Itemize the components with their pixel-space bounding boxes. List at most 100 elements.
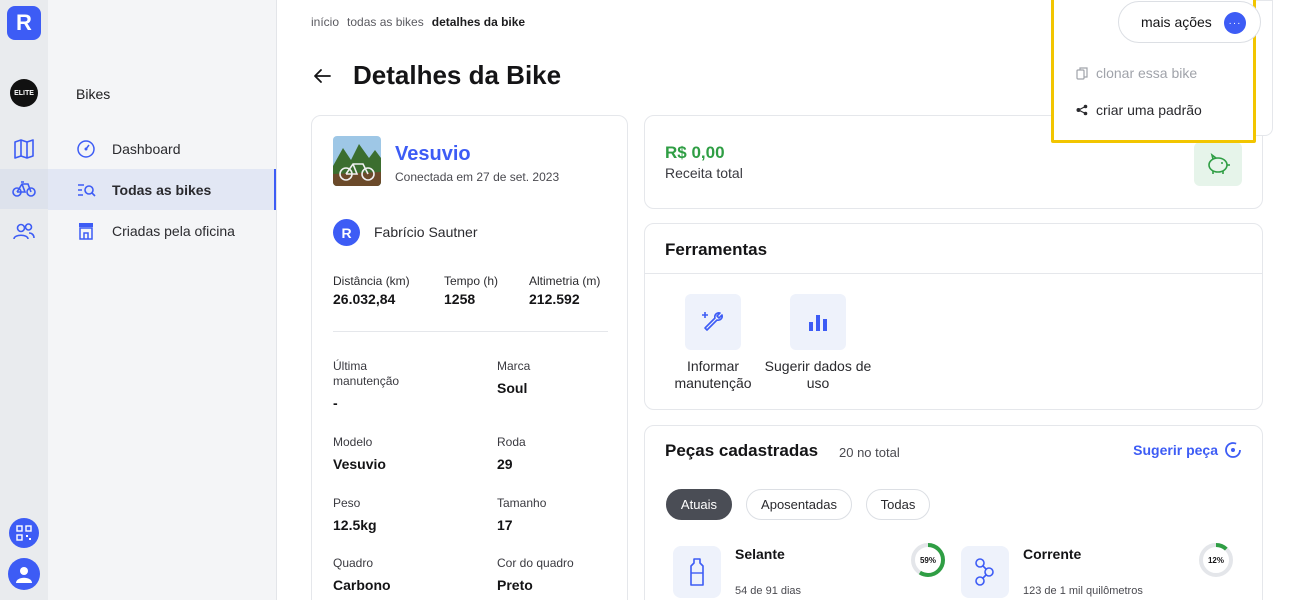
users-nav-button[interactable]	[0, 211, 48, 251]
profile-button[interactable]	[8, 558, 40, 590]
piggy-bank-icon	[1194, 142, 1242, 186]
stat-value: 1258	[444, 291, 476, 307]
qr-code-icon	[16, 525, 32, 541]
field-label: Última manutenção	[333, 359, 400, 388]
part-detail: 123 de 1 mil quilômetros	[1023, 585, 1143, 597]
owner-avatar: R	[333, 219, 360, 246]
chain-icon	[961, 546, 1009, 598]
field-frame: Quadro Carbono	[333, 556, 483, 593]
field-size: Tamanho 17	[497, 496, 647, 533]
part-name: Selante	[735, 546, 785, 562]
part-percent: 12%	[1208, 556, 1224, 565]
more-actions-dropdown: mais ações ··· clonar essa bike criar um…	[1051, 0, 1261, 143]
more-actions-button[interactable]: mais ações ···	[1118, 1, 1261, 43]
sidebar-item-workshop-created[interactable]: Criadas pela oficina	[48, 210, 276, 251]
sidebar-item-dashboard[interactable]: Dashboard	[48, 128, 276, 169]
field-label: Tamanho	[497, 496, 547, 510]
stat-value: 212.592	[529, 291, 580, 307]
sidebar-section-title: Bikes	[76, 86, 111, 102]
stat-value: 26.032,84	[333, 291, 396, 307]
field-value: Soul	[497, 380, 528, 396]
option-label: criar uma padrão	[1096, 102, 1202, 118]
filter-current[interactable]: Atuais	[666, 489, 732, 520]
part-name: Corrente	[1023, 546, 1082, 562]
divider	[645, 273, 1262, 274]
stat-label: Distância (km)	[333, 274, 410, 288]
field-value: Carbono	[333, 577, 391, 593]
field-frame-color: Cor do quadro Preto	[497, 556, 647, 593]
report-maintenance-button[interactable]: Informar manutenção	[658, 294, 768, 392]
revenue-amount: R$ 0,00	[665, 143, 725, 162]
field-label: Modelo	[333, 435, 373, 449]
bike-connected-date: Conectada em 27 de set. 2023	[395, 170, 560, 184]
stat-label: Altimetria (m)	[529, 274, 601, 288]
bike-name: Vesuvio	[395, 143, 471, 165]
tools-card: Ferramentas Informar manutenção Sugerir …	[644, 223, 1263, 410]
field-value: 17	[497, 517, 513, 533]
sidebar: Bikes Dashboard Todas as bikes Criadas p…	[48, 0, 277, 600]
bike-details-card: Vesuvio Conectada em 27 de set. 2023 R F…	[311, 115, 628, 600]
bike-icon	[12, 181, 36, 197]
field-last-maintenance: Última manutenção -	[333, 359, 433, 411]
field-weight: Peso 12.5kg	[333, 496, 483, 533]
app-logo[interactable]: R	[7, 6, 41, 40]
breadcrumb-current: detalhes da bike	[431, 15, 526, 29]
field-label: Quadro	[333, 556, 374, 570]
breadcrumb-all-bikes[interactable]: todas as bikes	[347, 15, 424, 29]
field-value: Preto	[497, 577, 533, 593]
suggest-usage-button[interactable]: Sugerir dados de uso	[763, 294, 873, 392]
part-percent: 59%	[920, 556, 936, 565]
parts-count: 20 no total	[839, 445, 900, 460]
bikes-nav-button[interactable]	[0, 169, 48, 209]
stat-label: Tempo (h)	[444, 274, 499, 288]
part-wear-ring: 59%	[910, 542, 946, 578]
suggest-part-label: Sugerir peça	[1133, 442, 1218, 458]
icon-rail: R ELITE	[0, 0, 48, 600]
share-icon	[1076, 104, 1088, 116]
sidebar-item-label: Todas as bikes	[112, 181, 212, 198]
filter-retired[interactable]: Aposentadas	[746, 489, 852, 520]
map-nav-button[interactable]	[0, 129, 48, 169]
page-title: Detalhes da Bike	[353, 60, 562, 90]
suggest-part-button[interactable]: Sugerir peça	[1133, 441, 1242, 459]
arrow-left-icon	[314, 69, 331, 83]
qr-code-button[interactable]	[9, 518, 39, 548]
more-dots-icon: ···	[1224, 12, 1246, 34]
back-button[interactable]	[311, 64, 333, 88]
users-icon	[13, 223, 35, 240]
bottle-icon	[673, 546, 721, 598]
field-value: 12.5kg	[333, 517, 377, 533]
field-label: Roda	[497, 435, 526, 449]
owner-name: Fabrício Sautner	[374, 224, 478, 240]
breadcrumb: início todas as bikes detalhes da bike	[311, 15, 525, 29]
create-template-option[interactable]: criar uma padrão	[1076, 102, 1202, 118]
copy-icon	[1076, 66, 1088, 80]
gauge-icon	[76, 139, 96, 159]
field-label: Cor do quadro	[497, 556, 574, 570]
sidebar-item-all-bikes[interactable]: Todas as bikes	[48, 169, 276, 210]
part-detail: 54 de 91 dias	[735, 585, 802, 597]
tool-label: Informar manutenção	[674, 358, 752, 391]
wrench-sparkle-icon	[685, 294, 741, 350]
stat-elevation: Altimetria (m) 212.592	[529, 274, 600, 307]
tools-title: Ferramentas	[665, 240, 768, 259]
bar-chart-icon	[790, 294, 846, 350]
sidebar-item-label: Dashboard	[112, 140, 181, 157]
tool-label: Sugerir dados de uso	[764, 358, 872, 391]
user-icon	[16, 567, 32, 583]
field-label: Marca	[497, 359, 531, 373]
stat-distance: Distância (km) 26.032,84	[333, 274, 410, 307]
clone-bike-option[interactable]: clonar essa bike	[1076, 65, 1197, 81]
bike-thumbnail	[333, 136, 381, 186]
field-value: Vesuvio	[333, 456, 386, 472]
field-value: -	[333, 395, 338, 411]
part-wear-ring: 12%	[1198, 542, 1234, 578]
store-icon	[76, 221, 96, 241]
field-wheel: Roda 29	[497, 435, 647, 472]
option-label: clonar essa bike	[1096, 65, 1198, 81]
filter-all[interactable]: Todas	[866, 489, 930, 520]
workspace-avatar[interactable]: ELITE	[10, 79, 38, 107]
breadcrumb-home[interactable]: início	[311, 15, 339, 29]
divider	[333, 331, 608, 332]
list-search-icon	[76, 180, 96, 200]
